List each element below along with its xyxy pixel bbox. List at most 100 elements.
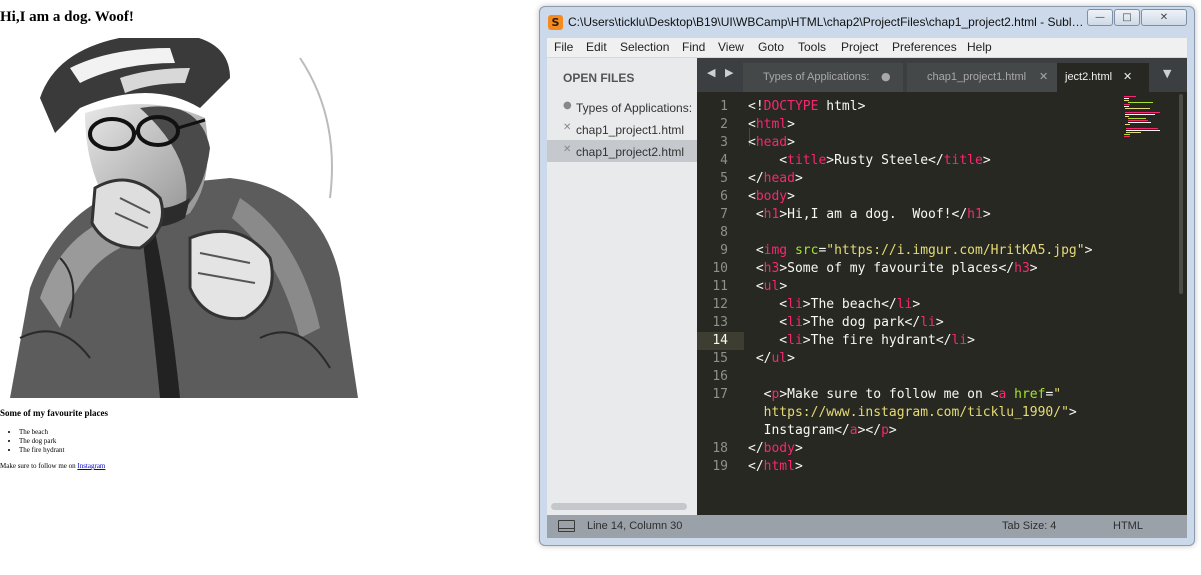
open-file-label: chap1_project1.html bbox=[576, 123, 685, 137]
code-line[interactable]: <html> bbox=[748, 116, 795, 134]
minimap-line bbox=[1125, 114, 1155, 115]
maximize-icon: □ bbox=[1122, 12, 1132, 23]
code-line[interactable]: <li>The dog park</li> bbox=[748, 314, 943, 332]
code-line[interactable]: </body> bbox=[748, 440, 803, 458]
minimap-line bbox=[1124, 100, 1129, 101]
place-item: The dog park bbox=[19, 437, 64, 446]
follow-text: Make sure to follow me on bbox=[0, 462, 78, 470]
minimap-line bbox=[1125, 112, 1160, 113]
minimize-icon: — bbox=[1095, 12, 1105, 23]
follow-paragraph: Make sure to follow me on Instagram bbox=[0, 462, 105, 470]
minimap-line bbox=[1124, 106, 1129, 107]
line-number bbox=[697, 422, 728, 440]
open-file-item-active[interactable]: ✕ chap1_project2.html bbox=[547, 140, 697, 162]
line-number-gutter: 1 2 3 4 5 6 7 8 9 10 11 12 13 14 15 16 17 18 19 bbox=[697, 92, 744, 515]
minimap[interactable] bbox=[1122, 92, 1180, 515]
profile-photo-drawing bbox=[0, 38, 360, 398]
menu-tools[interactable]: Tools bbox=[798, 40, 826, 54]
maximize-button[interactable]: □ bbox=[1114, 9, 1140, 26]
tab-dropdown-icon[interactable]: ▼ bbox=[1163, 67, 1171, 80]
tab-types-of-applications[interactable]: Types of Applications: ● bbox=[743, 63, 903, 92]
code-line[interactable]: <h1>Hi,I am a dog. Woof!</h1> bbox=[748, 206, 991, 224]
menu-project[interactable]: Project bbox=[841, 40, 878, 54]
close-file-icon[interactable]: ✕ bbox=[563, 144, 571, 155]
minimap-line bbox=[1124, 104, 1130, 105]
code-line[interactable]: <ul> bbox=[748, 278, 787, 296]
menu-preferences[interactable]: Preferences bbox=[892, 40, 957, 54]
cursor-position: Line 14, Column 30 bbox=[587, 520, 683, 532]
menu-goto[interactable]: Goto bbox=[758, 40, 784, 54]
sidebar: OPEN FILES ● Types of Applications: ✕ ch… bbox=[547, 58, 697, 515]
line-number: 18 bbox=[712, 441, 728, 456]
line-number: 2 bbox=[720, 117, 728, 132]
code-line[interactable]: <head> bbox=[748, 134, 795, 152]
open-file-item[interactable]: ✕ chap1_project1.html bbox=[547, 118, 697, 140]
line-number: 16 bbox=[712, 369, 728, 384]
tab-label: Types of Applications: bbox=[763, 71, 870, 83]
line-number: 9 bbox=[720, 243, 728, 258]
close-button[interactable]: ✕ bbox=[1141, 9, 1187, 26]
tab-label: ject2.html bbox=[1065, 71, 1113, 83]
sublime-window: S C:\Users\ticklu\Desktop\B19\UI\WBCamp\… bbox=[539, 6, 1195, 546]
tab-nav-arrows-icon[interactable]: ◀ ▶ bbox=[707, 66, 736, 79]
code-line[interactable]: <h3>Some of my favourite places</h3> bbox=[748, 260, 1038, 278]
line-number bbox=[697, 404, 728, 422]
unsaved-dot-icon[interactable]: ● bbox=[881, 70, 891, 83]
code-area[interactable]: <!DOCTYPE html> <html> <head> <title>Rusty… bbox=[748, 92, 1128, 515]
minimap-line bbox=[1124, 134, 1130, 135]
code-line[interactable]: <!DOCTYPE html> bbox=[748, 98, 865, 116]
editor-scrollbar[interactable] bbox=[1179, 94, 1183, 294]
line-number: 15 bbox=[712, 351, 728, 366]
code-editor[interactable]: 1 2 3 4 5 6 7 8 9 10 11 12 13 14 15 16 17 18 19 <!DOCTYPE … bbox=[697, 92, 1187, 515]
minimap-line bbox=[1128, 122, 1151, 123]
code-line[interactable]: <p>Make sure to follow me on <a href=" bbox=[748, 386, 1061, 404]
minimize-button[interactable]: — bbox=[1087, 9, 1113, 26]
menu-edit[interactable]: Edit bbox=[586, 40, 607, 54]
menu-bar: File Edit Selection Find View Goto Tools… bbox=[547, 38, 1187, 58]
menu-file[interactable]: File bbox=[554, 40, 573, 54]
open-file-item[interactable]: ● Types of Applications: bbox=[547, 96, 697, 118]
minimap-line bbox=[1125, 124, 1130, 125]
line-number: 12 bbox=[712, 297, 728, 312]
syntax-indicator[interactable]: HTML bbox=[1113, 520, 1143, 532]
code-line[interactable]: </head> bbox=[748, 170, 803, 188]
close-tab-icon[interactable]: ✕ bbox=[1123, 70, 1132, 83]
panel-toggle-icon[interactable] bbox=[558, 520, 575, 532]
close-tab-icon[interactable]: ✕ bbox=[1039, 70, 1048, 83]
minimap-line bbox=[1125, 116, 1129, 117]
code-line[interactable]: <img src="https://i.imgur.com/HritKA5.jp… bbox=[748, 242, 1093, 260]
code-line[interactable]: https://www.instagram.com/ticklu_1990/"> bbox=[748, 404, 1077, 422]
code-line[interactable]: <body> bbox=[748, 188, 795, 206]
line-number: 10 bbox=[712, 261, 728, 276]
code-line[interactable]: <li>The beach</li> bbox=[748, 296, 920, 314]
tab-bar: ◀ ▶ Types of Applications: ● chap1_proje… bbox=[697, 58, 1187, 92]
line-number: 11 bbox=[712, 279, 728, 294]
menu-find[interactable]: Find bbox=[682, 40, 705, 54]
code-line[interactable]: <title>Rusty Steele</title> bbox=[748, 152, 990, 170]
code-line[interactable]: </ul> bbox=[748, 350, 795, 368]
menu-selection[interactable]: Selection bbox=[620, 40, 669, 54]
close-file-icon[interactable]: ✕ bbox=[563, 122, 571, 133]
place-item: The beach bbox=[19, 428, 64, 437]
window-title: C:\Users\ticklu\Desktop\B19\UI\WBCamp\HT… bbox=[568, 15, 1086, 29]
instagram-link[interactable]: Instagram bbox=[77, 462, 105, 470]
tab-chap1-project2-active[interactable]: ject2.html ✕ bbox=[1057, 63, 1149, 92]
line-number: 8 bbox=[720, 225, 728, 240]
tab-size-indicator[interactable]: Tab Size: 4 bbox=[1002, 520, 1056, 532]
browser-page: Hi,I am a dog. Woof! Some of my favourit… bbox=[0, 0, 540, 575]
line-number: 7 bbox=[720, 207, 728, 222]
sidebar-scrollbar[interactable] bbox=[551, 503, 687, 510]
menu-help[interactable]: Help bbox=[967, 40, 992, 54]
line-number: 6 bbox=[720, 189, 728, 204]
line-number: 1 bbox=[720, 99, 728, 114]
tab-chap1-project1[interactable]: chap1_project1.html ✕ bbox=[907, 63, 1057, 92]
code-line[interactable]: Instagram</a></p> bbox=[748, 422, 897, 440]
code-line[interactable]: </html> bbox=[748, 458, 803, 476]
minimap-line bbox=[1128, 102, 1153, 103]
title-bar[interactable]: S C:\Users\ticklu\Desktop\B19\UI\WBCamp\… bbox=[540, 7, 1194, 38]
line-number: 3 bbox=[720, 135, 728, 150]
minimap-line bbox=[1128, 118, 1146, 119]
menu-view[interactable]: View bbox=[718, 40, 744, 54]
line-number: 13 bbox=[712, 315, 728, 330]
code-line[interactable]: <li>The fire hydrant</li> bbox=[748, 332, 975, 350]
